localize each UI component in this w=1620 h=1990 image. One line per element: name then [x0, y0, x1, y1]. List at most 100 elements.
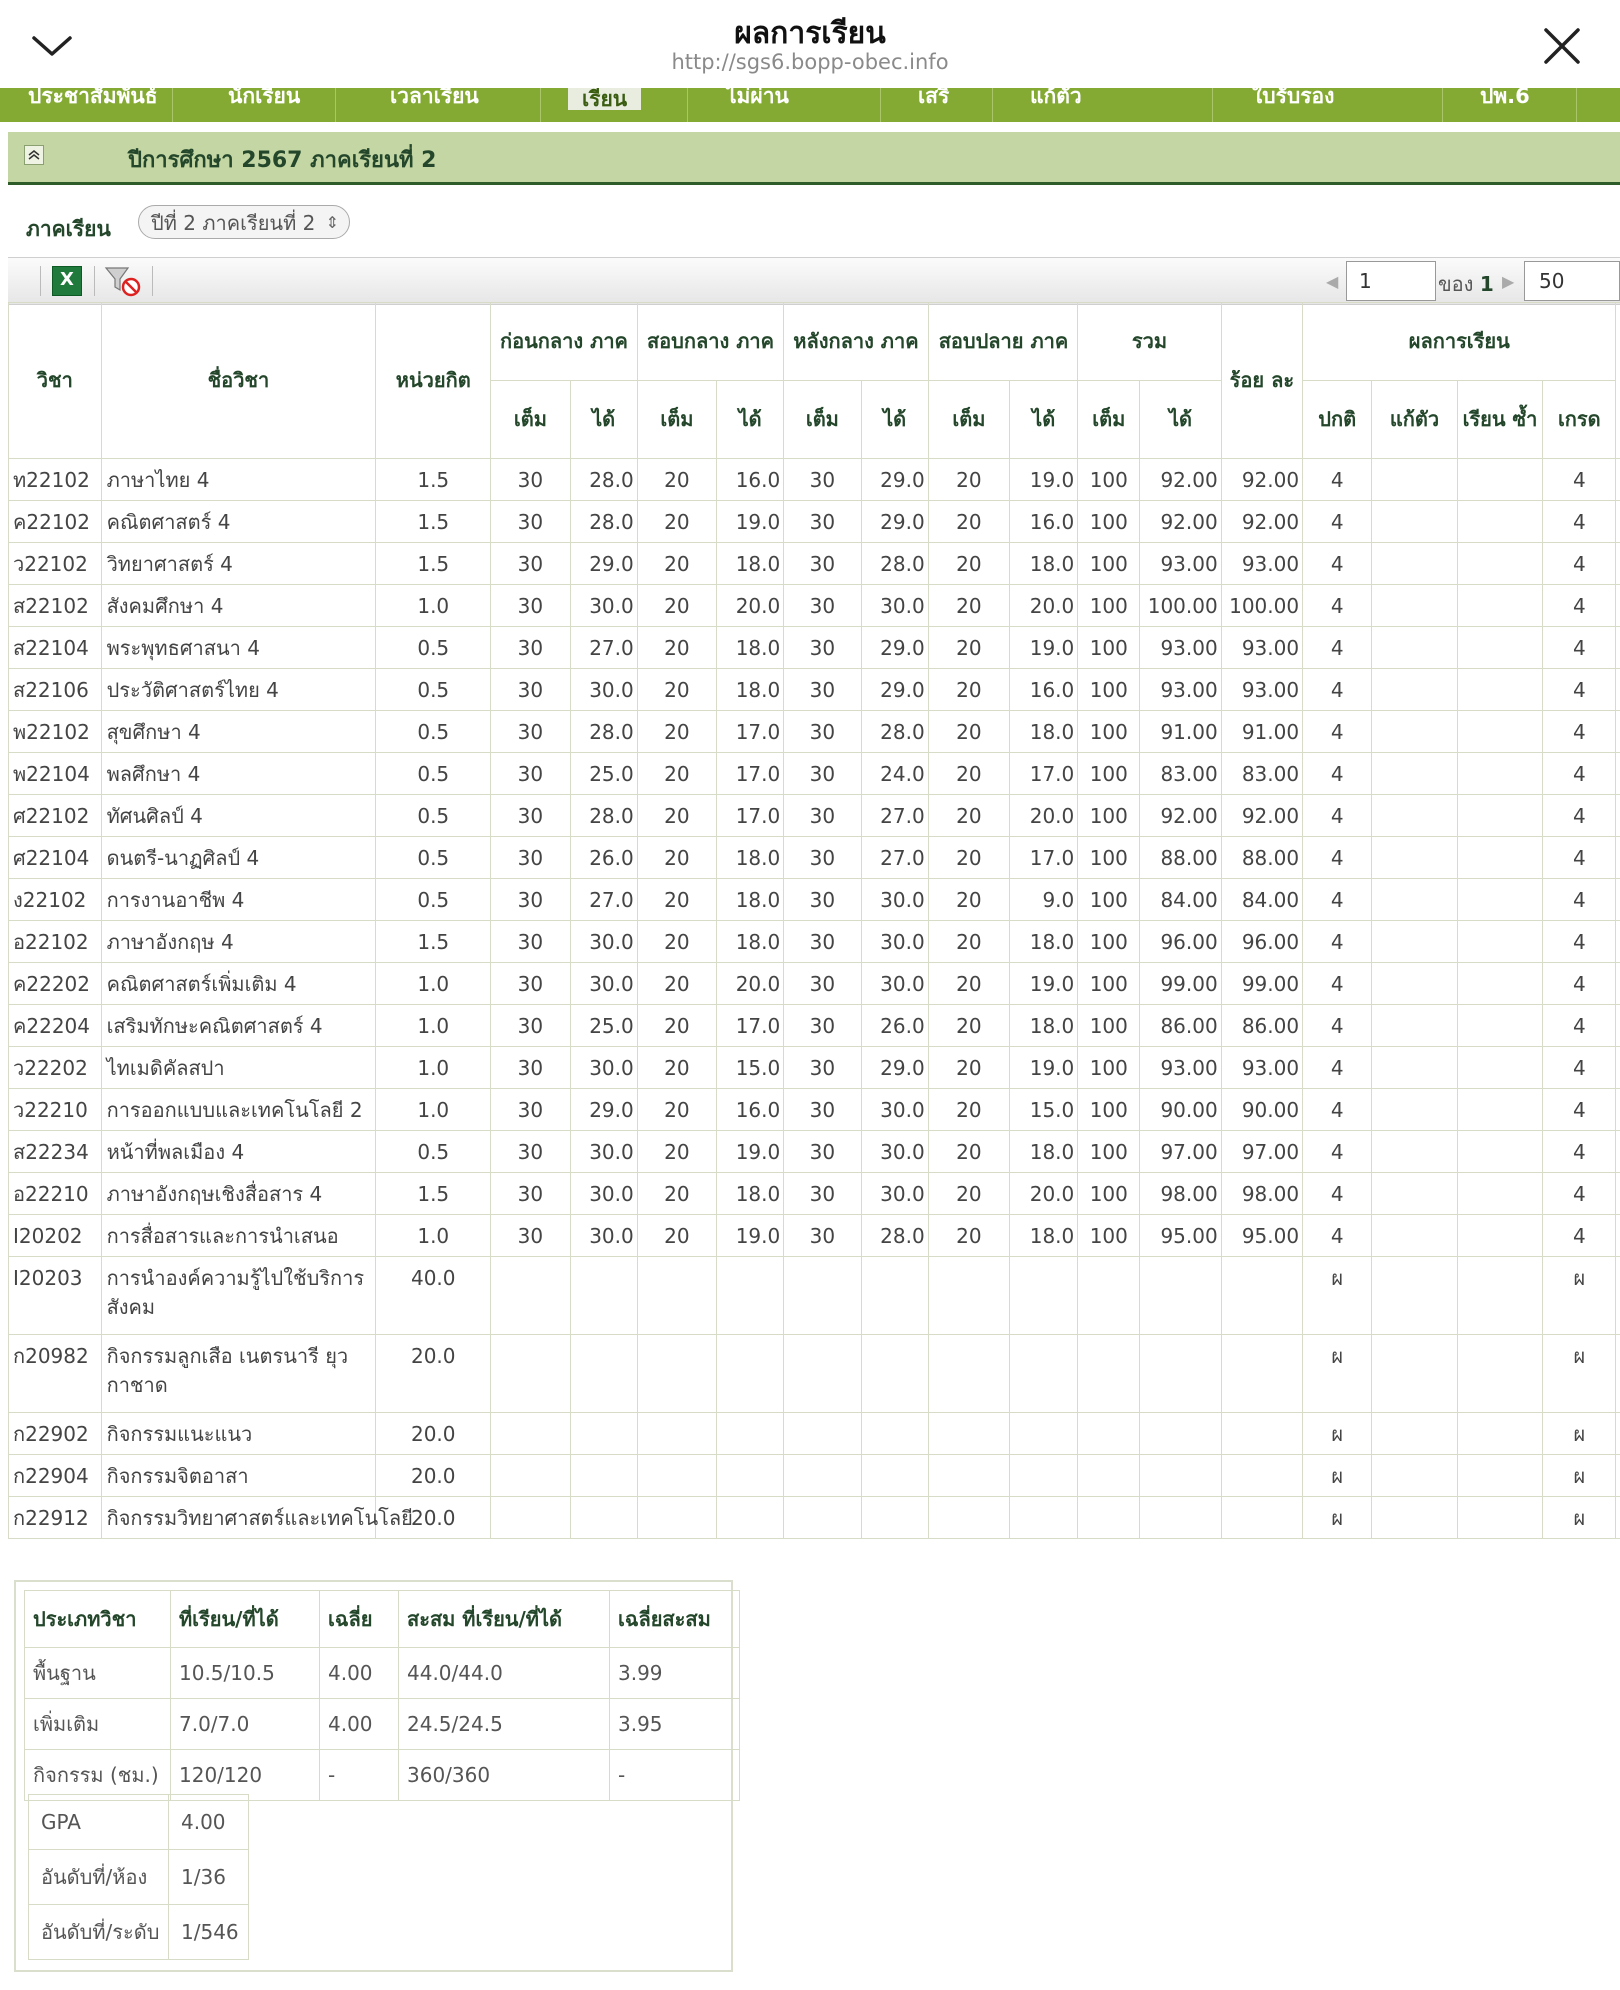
term-select-value: ปีที่ 2 ภาคเรียนที่ 2 — [151, 211, 316, 235]
table-row[interactable]: ว22102 วิทยาศาสตร์ 4 1.5 30 29.0 20 18.0 30 28.0… — [8, 542, 1620, 585]
summary-cell: เพิ่มเติม — [24, 1698, 171, 1750]
table-row[interactable]: ค22202 คณิตศาสตร์เพิ่มเติม 4 1.0 30 30.0 20 20… — [8, 962, 1620, 1005]
table-row[interactable]: ก22912 กิจกรรมวิทยาศาสตร์และเทคโนโลยี 20.0… — [8, 1496, 1620, 1539]
main-nav: ประชาสัมพันธ์ นักเรียน เวลาเรียน เรียน ไ… — [0, 88, 1620, 122]
nav-item-grades[interactable]: เรียน — [568, 88, 642, 110]
table-row[interactable]: ก20982 กิจกรรมลูกเสือ เนตรนารี ยุวกาชาด 20… — [8, 1334, 1620, 1413]
before-mid-got-cell: 25.0 — [569, 752, 638, 795]
result-normal-cell: 4 — [1302, 542, 1373, 585]
next-page-icon[interactable]: ▶ — [1502, 272, 1514, 291]
after-mid-full-cell: 30 — [783, 794, 862, 837]
nav-item-remedial[interactable]: แก้ตัว — [1030, 88, 1082, 114]
table-row[interactable]: อ22210 ภาษาอังกฤษเชิงสื่อสาร 4 1.5 30 30.0 20… — [8, 1172, 1620, 1215]
grade-cell: 4 — [1542, 542, 1617, 585]
table-row[interactable]: ส22234 หน้าที่พลเมือง 4 0.5 30 30.0 20 19.0 30 3… — [8, 1130, 1620, 1173]
excel-export-icon[interactable]: X — [52, 266, 82, 296]
prev-page-icon[interactable]: ◀ — [1326, 272, 1338, 291]
total-full-cell: 100 — [1077, 626, 1141, 669]
before-mid-full-cell: 30 — [490, 1004, 571, 1047]
result-normal-cell: 4 — [1302, 1214, 1373, 1257]
col-header-final: สอบปลาย ภาค — [927, 302, 1079, 381]
grade-cell: 4 — [1542, 794, 1617, 837]
grade-cell: 4 — [1542, 1088, 1617, 1131]
result-normal-cell: 4 — [1302, 668, 1373, 711]
percent-cell: 93.00 — [1220, 626, 1304, 669]
gpa-value: 1/546 — [168, 1904, 249, 1960]
table-row[interactable]: อ22102 ภาษาอังกฤษ 4 1.5 30 30.0 20 18.0 30 30.0 2… — [8, 920, 1620, 963]
before-mid-full-cell: 30 — [490, 584, 571, 627]
table-row[interactable]: ส22102 สังคมศึกษา 4 1.0 30 30.0 20 20.0 30 30.0 2… — [8, 584, 1620, 627]
col-header-extra[interactable]: ห — [1615, 302, 1620, 459]
before-mid-got-cell — [569, 1412, 638, 1455]
nav-item-attendance[interactable]: เวลาเรียน — [390, 88, 479, 114]
final-full-cell: 20 — [927, 542, 1011, 585]
table-row[interactable]: ว22210 การออกแบบและเทคโนโลยี 2 1.0 30 29.0 20… — [8, 1088, 1620, 1131]
result-normal-cell: 4 — [1302, 752, 1373, 795]
subject-code-cell: ส22106 — [8, 668, 102, 711]
total-got-cell: 92.00 — [1139, 500, 1222, 543]
subject-code-cell: ก20982 — [8, 1334, 102, 1413]
table-row[interactable]: ส22106 ประวัติศาสตร์ไทย 4 0.5 30 30.0 20 18.0 3… — [8, 668, 1620, 711]
total-full-cell: 100 — [1077, 668, 1141, 711]
table-row[interactable]: ว22202 ไทเมดิคัลสปา 1.0 30 30.0 20 15.0 30 29.0 2… — [8, 1046, 1620, 1089]
table-row[interactable]: ส22104 พระพุทธศาสนา 4 0.5 30 27.0 20 18.0 30 29.… — [8, 626, 1620, 669]
table-row[interactable]: ค22204 เสริมทักษะคณิตศาสตร์ 4 1.0 30 25.0 20 1… — [8, 1004, 1620, 1047]
table-row[interactable]: ศ22104 ดนตรี-นาฏศิลป์ 4 0.5 30 26.0 20 18.0 30 2… — [8, 836, 1620, 879]
table-row[interactable]: พ22102 สุขศึกษา 4 0.5 30 28.0 20 17.0 30 28.0 20 1… — [8, 710, 1620, 753]
final-got-cell: 18.0 — [1009, 920, 1079, 963]
close-icon[interactable] — [1540, 24, 1584, 68]
table-row[interactable]: ก22902 กิจกรรมแนะแนว 20.0 ผ ผ — [8, 1412, 1620, 1455]
col-header-full: เต็ม — [636, 380, 718, 459]
nav-item-news[interactable]: ประชาสัมพันธ์ — [28, 88, 158, 114]
table-row[interactable]: I20202 การสื่อสารและการนำเสนอ 1.0 30 30.0 20 1… — [8, 1214, 1620, 1257]
total-got-cell: 100.00 — [1139, 584, 1222, 627]
nav-item-failed[interactable]: ไม่ผ่าน — [726, 88, 789, 114]
table-row[interactable]: I20203 การนำองค์ความรู้ไปใช้บริการสังคม 40… — [8, 1256, 1620, 1335]
term-select[interactable]: ปีที่ 2 ภาคเรียนที่ 2 ⇕ — [138, 205, 350, 239]
col-header-percent[interactable]: ร้อย ละ — [1220, 302, 1304, 459]
table-row[interactable]: พ22104 พลศึกษา 4 0.5 30 25.0 20 17.0 30 24.0 20 17… — [8, 752, 1620, 795]
total-got-cell: 86.00 — [1139, 1004, 1222, 1047]
collapse-button[interactable] — [24, 145, 44, 165]
result-remedial-cell — [1371, 1214, 1458, 1257]
before-mid-got-cell: 27.0 — [569, 626, 638, 669]
page-number-input[interactable]: 1 — [1346, 261, 1436, 301]
result-repeat-cell — [1456, 626, 1544, 669]
total-full-cell: 100 — [1077, 794, 1141, 837]
page-size-input[interactable]: 50 — [1524, 261, 1620, 301]
total-got-cell — [1139, 1256, 1222, 1335]
after-mid-full-cell: 30 — [783, 500, 862, 543]
mid-got-cell: 15.0 — [716, 1046, 785, 1089]
percent-cell: 86.00 — [1220, 1004, 1304, 1047]
mid-got-cell: 18.0 — [716, 668, 785, 711]
result-normal-cell: 4 — [1302, 920, 1373, 963]
total-got-cell: 93.00 — [1139, 1046, 1222, 1089]
table-row[interactable]: ค22102 คณิตศาสตร์ 4 1.5 30 28.0 20 19.0 30 29.0 2… — [8, 500, 1620, 543]
table-row[interactable]: ศ22102 ทัศนศิลป์ 4 0.5 30 28.0 20 17.0 30 27.0 20… — [8, 794, 1620, 837]
after-mid-full-cell — [783, 1334, 862, 1413]
nav-item-pp6[interactable]: ปพ.6 — [1480, 88, 1530, 114]
col-header-grade: เกรด — [1542, 380, 1617, 459]
nav-item-certificate[interactable]: ใบรับรอง — [1252, 88, 1334, 114]
mid-full-cell — [636, 1496, 718, 1539]
table-row[interactable]: ก22904 กิจกรรมจิตอาสา 20.0 ผ ผ — [8, 1454, 1620, 1497]
before-mid-full-cell — [490, 1496, 571, 1539]
col-header-code[interactable]: วิชา — [8, 302, 102, 459]
nav-item-extra[interactable]: เสริ — [918, 88, 949, 114]
subject-name-cell: กิจกรรมลูกเสือ เนตรนารี ยุวกาชาด — [100, 1334, 377, 1413]
col-header-name[interactable]: ชื่อวิชา — [100, 302, 377, 459]
table-row[interactable]: ท22102 ภาษาไทย 4 1.5 30 28.0 20 16.0 30 29.0 20 19… — [8, 458, 1620, 501]
before-mid-got-cell: 29.0 — [569, 542, 638, 585]
col-header-credit[interactable]: หน่วยกิต — [375, 302, 492, 459]
result-remedial-cell — [1371, 626, 1458, 669]
grade-cell: ผ — [1542, 1334, 1617, 1413]
nav-item-students[interactable]: นักเรียน — [228, 88, 300, 114]
summary-header: เฉลี่ยสะสม — [609, 1590, 740, 1648]
grade-cell: ผ — [1542, 1454, 1617, 1497]
final-full-cell: 20 — [927, 710, 1011, 753]
total-full-cell — [1077, 1334, 1141, 1413]
total-full-cell: 100 — [1077, 836, 1141, 879]
final-full-cell — [927, 1256, 1011, 1335]
table-row[interactable]: ง22102 การงานอาชีพ 4 0.5 30 27.0 20 18.0 30 30.0… — [8, 878, 1620, 921]
clear-filter-icon[interactable] — [104, 264, 144, 298]
